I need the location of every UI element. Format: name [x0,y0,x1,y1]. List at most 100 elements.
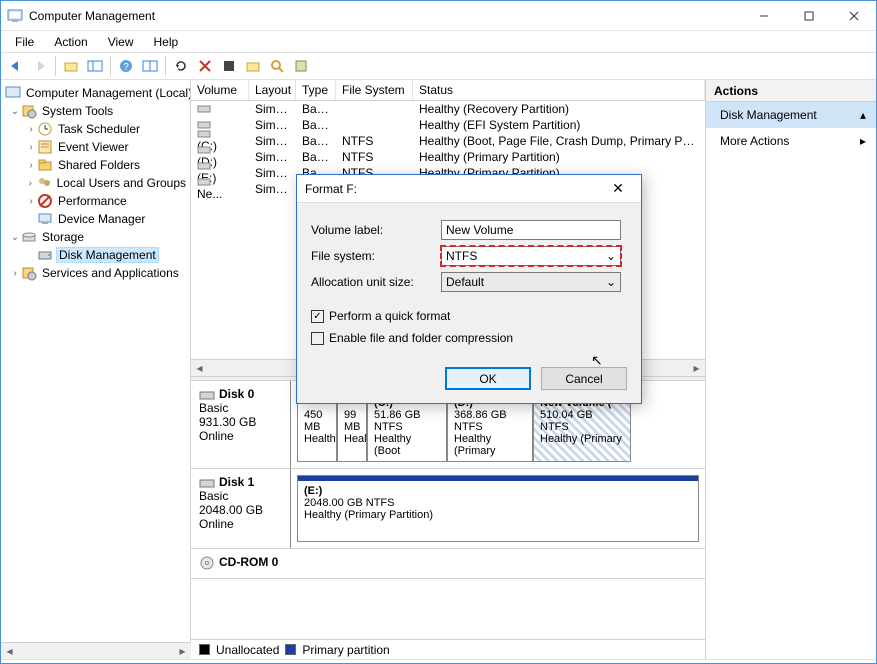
window-title: Computer Management [29,9,155,23]
disk-icon [199,477,215,489]
menu-help[interactable]: Help [146,33,187,51]
expand-icon[interactable]: › [25,124,37,135]
toolbar: ? [1,52,876,80]
chevron-down-icon: ⌄ [606,249,616,263]
tree-storage[interactable]: ⌄Storage [3,228,188,246]
scroll-right-icon[interactable]: ▸ [174,643,191,659]
nav-tree[interactable]: Computer Management (Local) ⌄System Tool… [1,80,191,659]
expand-icon[interactable]: ⌄ [9,232,21,243]
menu-view[interactable]: View [100,33,142,51]
tree-shared-folders[interactable]: ›Shared Folders [3,156,188,174]
disk-icon [199,389,215,401]
expand-icon[interactable]: › [25,196,37,207]
allocation-dropdown[interactable]: Default ⌄ [441,272,621,292]
disk-graphical-view[interactable]: Disk 0 Basic 931.30 GB Online 450 MBHeal… [191,381,705,639]
cell-volume: Ne... [191,177,249,201]
legend-unallocated: Unallocated [216,643,279,657]
cell-status: Healthy (EFI System Partition) [413,118,705,132]
col-fs[interactable]: File System [336,80,413,100]
actions-pane: Actions Disk Management ▴ More Actions ▸ [706,80,876,659]
close-button[interactable] [831,1,876,30]
checkbox-checked-icon: ✓ [311,310,324,323]
tool-icon-2[interactable] [242,55,264,77]
delete-button[interactable] [194,55,216,77]
menu-action[interactable]: Action [46,33,95,51]
center-pane: Volume Layout Type File System Status Si… [191,80,706,659]
volume-row[interactable]: SimpleBasicHealthy (EFI System Partition… [191,117,705,133]
show-hide-tree-button[interactable] [84,55,106,77]
up-button[interactable] [60,55,82,77]
dialog-close-button[interactable]: ✕ [603,180,633,197]
cell-fs: NTFS [336,134,413,148]
cell-status: Healthy (Primary Partition) [413,150,705,164]
cancel-button[interactable]: Cancel [541,367,627,390]
back-button[interactable] [5,55,27,77]
dialog-titlebar[interactable]: Format F: ✕ [297,175,641,203]
tree-system-tools[interactable]: ⌄System Tools [3,102,188,120]
tree-event-viewer[interactable]: ›Event Viewer [3,138,188,156]
scroll-left-icon[interactable]: ◂ [191,360,208,376]
compression-checkbox[interactable]: Enable file and folder compression [311,327,627,349]
cdrom-info: CD-ROM 0 [191,549,291,578]
checkbox-unchecked-icon [311,332,324,345]
collapse-icon: ▴ [860,108,866,122]
col-status[interactable]: Status [413,80,705,100]
chevron-right-icon: ▸ [860,134,866,148]
chevron-down-icon: ⌄ [606,275,616,289]
cell-layout: Simple [249,150,296,164]
help-button[interactable]: ? [115,55,137,77]
cdrom-icon [199,556,215,570]
expand-icon[interactable]: › [25,178,36,189]
cell-layout: Simple [249,166,296,180]
scroll-right-icon[interactable]: ▸ [688,360,705,376]
volume-row[interactable]: (D:)SimpleBasicNTFSHealthy (Primary Part… [191,149,705,165]
ok-button[interactable]: OK [445,367,531,390]
volume-label-input[interactable] [441,220,621,240]
expand-icon[interactable]: › [25,142,37,153]
tree-performance[interactable]: ›Performance [3,192,188,210]
expand-icon[interactable]: ⌄ [9,106,21,117]
tool-icon-4[interactable] [290,55,312,77]
tree-disk-management[interactable]: Disk Management [3,246,188,264]
tree-services[interactable]: ›Services and Applications [3,264,188,282]
menu-file[interactable]: File [7,33,42,51]
tree-task-scheduler[interactable]: ›Task Scheduler [3,120,188,138]
volume-row[interactable]: (C:)SimpleBasicNTFSHealthy (Boot, Page F… [191,133,705,149]
tool-icon-3[interactable] [266,55,288,77]
disk-row-cdrom[interactable]: CD-ROM 0 [191,549,705,579]
cell-status: Healthy (Recovery Partition) [413,102,705,116]
col-layout[interactable]: Layout [249,80,296,100]
tree-scrollbar[interactable]: ◂ ▸ [1,642,191,659]
tool-icon[interactable] [218,55,240,77]
volume-row[interactable]: SimpleBasic Healthy (Recovery Partition) [191,101,705,117]
allocation-label: Allocation unit size: [311,275,441,289]
file-system-label: File system: [311,249,441,263]
expand-icon[interactable]: › [9,268,21,279]
minimize-button[interactable] [741,1,786,30]
forward-button[interactable] [29,55,51,77]
col-volume[interactable]: Volume [191,80,249,100]
computer-management-window: Computer Management File Action View Hel… [0,0,877,664]
actions-disk-management[interactable]: Disk Management ▴ [706,102,876,128]
tree-root[interactable]: Computer Management (Local) [3,84,188,102]
quick-format-checkbox[interactable]: ✓ Perform a quick format [311,305,627,327]
cell-volume [191,104,249,114]
partition-e[interactable]: (E:) 2048.00 GB NTFS Healthy (Primary Pa… [297,475,699,542]
legend-primary: Primary partition [302,643,389,657]
disk0-info: Disk 0 Basic 931.30 GB Online [191,381,291,468]
tree-device-manager[interactable]: Device Manager [3,210,188,228]
swatch-primary [285,644,296,655]
expand-icon[interactable]: › [25,160,37,171]
cell-type: Basic [296,118,336,132]
cell-type: Basic [296,102,336,116]
cell-layout: Simple [249,102,296,116]
file-system-dropdown[interactable]: NTFS ⌄ [441,246,621,266]
col-type[interactable]: Type [296,80,336,100]
maximize-button[interactable] [786,1,831,30]
refresh-button[interactable] [170,55,192,77]
tree-local-users[interactable]: ›Local Users and Groups [3,174,188,192]
properties-button[interactable] [139,55,161,77]
disk-row-1[interactable]: Disk 1 Basic 2048.00 GB Online (E:) 2048… [191,469,705,549]
actions-more[interactable]: More Actions ▸ [706,128,876,154]
scroll-left-icon[interactable]: ◂ [1,643,18,659]
